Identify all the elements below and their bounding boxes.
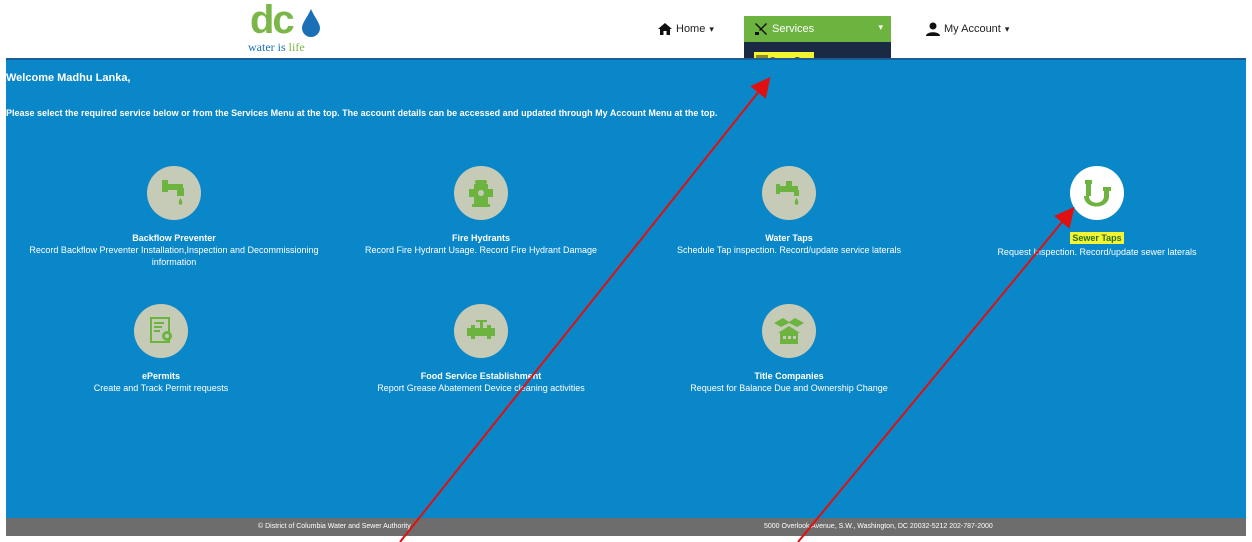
grease-device-icon[interactable] (454, 304, 508, 358)
service-epermits[interactable]: ePermits Create and Track Permit request… (11, 304, 311, 394)
service-description: Schedule Tap inspection. Record/update s… (677, 245, 901, 255)
nav-account[interactable]: My Account ▾ (926, 18, 1009, 40)
water-tap-icon[interactable] (762, 166, 816, 220)
nav-home[interactable]: Home ▾ (658, 18, 714, 40)
water-drop-icon (302, 9, 320, 37)
logo-tagline-b: life (288, 40, 305, 54)
service-description: Create and Track Permit requests (93, 383, 229, 393)
service-description: Request for Balance Due and Ownership Ch… (690, 383, 888, 393)
footer: © District of Columbia Water and Sewer A… (6, 518, 1246, 536)
service-backflow-preventer[interactable]: Backflow Preventer Record Backflow Preve… (24, 166, 324, 268)
service-title: Water Taps (765, 233, 813, 243)
sewer-pipe-icon[interactable] (1070, 166, 1124, 220)
footer-address: 5000 Overlook Avenue, S.W., Washington, … (764, 523, 993, 530)
page: dc water is life Home ▾ Services ▾ My Ac… (0, 0, 1252, 542)
faucet-icon[interactable] (147, 166, 201, 220)
service-description: Record Fire Hydrant Usage. Record Fire H… (364, 245, 598, 255)
footer-copyright: © District of Columbia Water and Sewer A… (258, 523, 411, 530)
service-food-service-establishment[interactable]: Food Service Establishment Report Grease… (331, 304, 631, 394)
main-content: Welcome Madhu Lanka, Please select the r… (6, 58, 1246, 518)
instructions-text: Please select the required service below… (6, 108, 718, 118)
user-icon (926, 22, 940, 36)
service-title: Title Companies (754, 371, 824, 381)
caret-down-icon: ▾ (1004, 24, 1010, 34)
nav-home-label: Home (676, 23, 706, 35)
service-description: Report Grease Abatement Device cleaning … (377, 383, 585, 393)
nav-account-label: My Account (944, 23, 1001, 35)
welcome-message: Welcome Madhu Lanka, (6, 72, 131, 84)
service-sewer-taps[interactable]: Sewer Taps Request Inspection. Record/up… (947, 166, 1247, 258)
dc-water-logo[interactable]: dc water is life (246, 0, 326, 56)
service-title: Fire Hydrants (451, 233, 511, 243)
service-description: Record Backflow Preventer Installation,I… (29, 245, 319, 267)
caret-down-icon: ▾ (878, 22, 883, 32)
header: dc water is life Home ▾ Services ▾ My Ac… (0, 0, 1252, 80)
home-icon (658, 23, 672, 35)
caret-down-icon: ▾ (709, 24, 714, 34)
service-description: Request Inspection. Record/update sewer … (997, 247, 1197, 257)
service-title: ePermits (141, 371, 181, 381)
certificate-icon[interactable] (134, 304, 188, 358)
nav-services[interactable]: Services ▾ (744, 16, 891, 42)
tools-icon (755, 23, 767, 35)
handshake-house-icon[interactable] (762, 304, 816, 358)
logo-tagline-a: water is (248, 40, 286, 54)
service-title: Food Service Establishment (420, 371, 542, 381)
service-fire-hydrants[interactable]: Fire Hydrants Record Fire Hydrant Usage.… (331, 166, 631, 256)
fire-hydrant-icon[interactable] (454, 166, 508, 220)
service-title-companies[interactable]: Title Companies Request for Balance Due … (639, 304, 939, 394)
service-title: Backflow Preventer (132, 233, 216, 243)
logo-tagline: water is life (248, 40, 305, 54)
service-title: Sewer Taps (1070, 232, 1124, 244)
nav-services-label: Services (772, 23, 815, 35)
logo-text: dc (250, 0, 295, 42)
service-water-taps[interactable]: Water Taps Schedule Tap inspection. Reco… (639, 166, 939, 256)
